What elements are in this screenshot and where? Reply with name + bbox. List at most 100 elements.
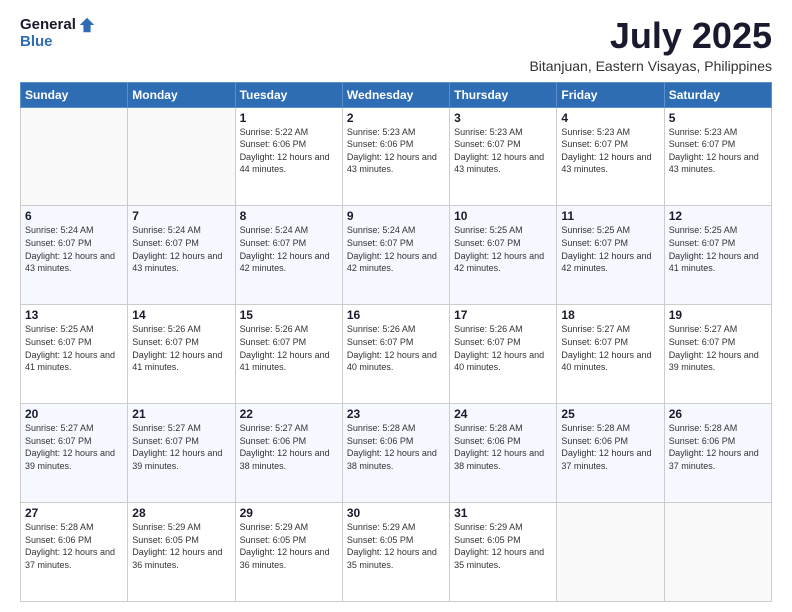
col-tuesday: Tuesday: [235, 82, 342, 107]
day-info: Sunrise: 5:25 AMSunset: 6:07 PMDaylight:…: [25, 324, 115, 372]
day-cell: 15 Sunrise: 5:26 AMSunset: 6:07 PMDaylig…: [235, 305, 342, 404]
day-number: 30: [347, 506, 445, 520]
day-number: 29: [240, 506, 338, 520]
day-number: 17: [454, 308, 552, 322]
day-cell: 27 Sunrise: 5:28 AMSunset: 6:06 PMDaylig…: [21, 503, 128, 602]
day-number: 5: [669, 111, 767, 125]
day-number: 27: [25, 506, 123, 520]
day-number: 21: [132, 407, 230, 421]
col-sunday: Sunday: [21, 82, 128, 107]
col-friday: Friday: [557, 82, 664, 107]
day-info: Sunrise: 5:24 AMSunset: 6:07 PMDaylight:…: [132, 225, 222, 273]
day-info: Sunrise: 5:27 AMSunset: 6:07 PMDaylight:…: [132, 423, 222, 471]
day-number: 31: [454, 506, 552, 520]
day-info: Sunrise: 5:25 AMSunset: 6:07 PMDaylight:…: [561, 225, 651, 273]
day-number: 7: [132, 209, 230, 223]
day-cell: 17 Sunrise: 5:26 AMSunset: 6:07 PMDaylig…: [450, 305, 557, 404]
day-number: 10: [454, 209, 552, 223]
day-cell: 6 Sunrise: 5:24 AMSunset: 6:07 PMDayligh…: [21, 206, 128, 305]
day-cell: 1 Sunrise: 5:22 AMSunset: 6:06 PMDayligh…: [235, 107, 342, 206]
day-cell: [21, 107, 128, 206]
day-info: Sunrise: 5:26 AMSunset: 6:07 PMDaylight:…: [454, 324, 544, 372]
week-row-1: 6 Sunrise: 5:24 AMSunset: 6:07 PMDayligh…: [21, 206, 772, 305]
col-saturday: Saturday: [664, 82, 771, 107]
day-info: Sunrise: 5:28 AMSunset: 6:06 PMDaylight:…: [669, 423, 759, 471]
week-row-0: 1 Sunrise: 5:22 AMSunset: 6:06 PMDayligh…: [21, 107, 772, 206]
col-thursday: Thursday: [450, 82, 557, 107]
day-info: Sunrise: 5:27 AMSunset: 6:06 PMDaylight:…: [240, 423, 330, 471]
day-cell: [128, 107, 235, 206]
day-info: Sunrise: 5:28 AMSunset: 6:06 PMDaylight:…: [347, 423, 437, 471]
day-info: Sunrise: 5:29 AMSunset: 6:05 PMDaylight:…: [454, 522, 544, 570]
day-cell: 24 Sunrise: 5:28 AMSunset: 6:06 PMDaylig…: [450, 404, 557, 503]
day-info: Sunrise: 5:23 AMSunset: 6:07 PMDaylight:…: [454, 127, 544, 175]
day-number: 28: [132, 506, 230, 520]
day-cell: [557, 503, 664, 602]
day-number: 8: [240, 209, 338, 223]
day-cell: 10 Sunrise: 5:25 AMSunset: 6:07 PMDaylig…: [450, 206, 557, 305]
day-number: 13: [25, 308, 123, 322]
day-number: 22: [240, 407, 338, 421]
day-info: Sunrise: 5:25 AMSunset: 6:07 PMDaylight:…: [669, 225, 759, 273]
day-cell: [664, 503, 771, 602]
day-number: 1: [240, 111, 338, 125]
day-number: 11: [561, 209, 659, 223]
day-cell: 8 Sunrise: 5:24 AMSunset: 6:07 PMDayligh…: [235, 206, 342, 305]
logo-general: General: [20, 17, 76, 34]
page: General Blue July 2025 Bitanjuan, Easter…: [0, 0, 792, 612]
day-number: 24: [454, 407, 552, 421]
day-info: Sunrise: 5:29 AMSunset: 6:05 PMDaylight:…: [132, 522, 222, 570]
day-info: Sunrise: 5:24 AMSunset: 6:07 PMDaylight:…: [347, 225, 437, 273]
logo-blue: Blue: [20, 34, 53, 51]
day-number: 15: [240, 308, 338, 322]
day-number: 12: [669, 209, 767, 223]
day-cell: 7 Sunrise: 5:24 AMSunset: 6:07 PMDayligh…: [128, 206, 235, 305]
day-number: 14: [132, 308, 230, 322]
week-row-3: 20 Sunrise: 5:27 AMSunset: 6:07 PMDaylig…: [21, 404, 772, 503]
month-title: July 2025: [529, 16, 772, 56]
day-info: Sunrise: 5:25 AMSunset: 6:07 PMDaylight:…: [454, 225, 544, 273]
day-cell: 31 Sunrise: 5:29 AMSunset: 6:05 PMDaylig…: [450, 503, 557, 602]
week-row-2: 13 Sunrise: 5:25 AMSunset: 6:07 PMDaylig…: [21, 305, 772, 404]
day-number: 2: [347, 111, 445, 125]
day-cell: 28 Sunrise: 5:29 AMSunset: 6:05 PMDaylig…: [128, 503, 235, 602]
day-cell: 14 Sunrise: 5:26 AMSunset: 6:07 PMDaylig…: [128, 305, 235, 404]
day-cell: 26 Sunrise: 5:28 AMSunset: 6:06 PMDaylig…: [664, 404, 771, 503]
logo: General Blue: [20, 16, 96, 51]
day-cell: 13 Sunrise: 5:25 AMSunset: 6:07 PMDaylig…: [21, 305, 128, 404]
day-number: 6: [25, 209, 123, 223]
day-info: Sunrise: 5:23 AMSunset: 6:06 PMDaylight:…: [347, 127, 437, 175]
day-info: Sunrise: 5:29 AMSunset: 6:05 PMDaylight:…: [347, 522, 437, 570]
day-cell: 5 Sunrise: 5:23 AMSunset: 6:07 PMDayligh…: [664, 107, 771, 206]
day-number: 9: [347, 209, 445, 223]
day-info: Sunrise: 5:29 AMSunset: 6:05 PMDaylight:…: [240, 522, 330, 570]
day-cell: 30 Sunrise: 5:29 AMSunset: 6:05 PMDaylig…: [342, 503, 449, 602]
day-number: 16: [347, 308, 445, 322]
col-wednesday: Wednesday: [342, 82, 449, 107]
day-info: Sunrise: 5:28 AMSunset: 6:06 PMDaylight:…: [561, 423, 651, 471]
logo-icon: [78, 16, 96, 34]
day-info: Sunrise: 5:23 AMSunset: 6:07 PMDaylight:…: [561, 127, 651, 175]
day-number: 19: [669, 308, 767, 322]
day-info: Sunrise: 5:28 AMSunset: 6:06 PMDaylight:…: [25, 522, 115, 570]
day-cell: 23 Sunrise: 5:28 AMSunset: 6:06 PMDaylig…: [342, 404, 449, 503]
day-cell: 12 Sunrise: 5:25 AMSunset: 6:07 PMDaylig…: [664, 206, 771, 305]
day-number: 23: [347, 407, 445, 421]
day-cell: 21 Sunrise: 5:27 AMSunset: 6:07 PMDaylig…: [128, 404, 235, 503]
day-cell: 20 Sunrise: 5:27 AMSunset: 6:07 PMDaylig…: [21, 404, 128, 503]
day-cell: 11 Sunrise: 5:25 AMSunset: 6:07 PMDaylig…: [557, 206, 664, 305]
day-info: Sunrise: 5:27 AMSunset: 6:07 PMDaylight:…: [25, 423, 115, 471]
day-cell: 22 Sunrise: 5:27 AMSunset: 6:06 PMDaylig…: [235, 404, 342, 503]
header-row: Sunday Monday Tuesday Wednesday Thursday…: [21, 82, 772, 107]
day-info: Sunrise: 5:26 AMSunset: 6:07 PMDaylight:…: [347, 324, 437, 372]
title-block: July 2025 Bitanjuan, Eastern Visayas, Ph…: [529, 16, 772, 74]
day-number: 25: [561, 407, 659, 421]
day-info: Sunrise: 5:26 AMSunset: 6:07 PMDaylight:…: [132, 324, 222, 372]
day-cell: 9 Sunrise: 5:24 AMSunset: 6:07 PMDayligh…: [342, 206, 449, 305]
day-cell: 29 Sunrise: 5:29 AMSunset: 6:05 PMDaylig…: [235, 503, 342, 602]
day-cell: 16 Sunrise: 5:26 AMSunset: 6:07 PMDaylig…: [342, 305, 449, 404]
day-number: 3: [454, 111, 552, 125]
day-info: Sunrise: 5:27 AMSunset: 6:07 PMDaylight:…: [561, 324, 651, 372]
day-cell: 18 Sunrise: 5:27 AMSunset: 6:07 PMDaylig…: [557, 305, 664, 404]
subtitle: Bitanjuan, Eastern Visayas, Philippines: [529, 58, 772, 74]
